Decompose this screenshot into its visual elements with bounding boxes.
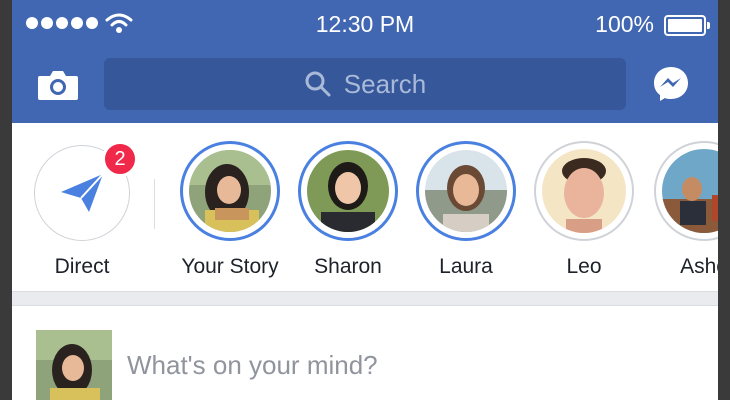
story-label: Leo — [524, 255, 644, 279]
feed-separator — [12, 291, 718, 306]
search-placeholder: Search — [344, 69, 426, 100]
battery-icon — [664, 15, 706, 36]
device-frame: 12:30 PM 100% Search — [0, 0, 730, 400]
search-icon — [304, 70, 332, 98]
avatar — [189, 150, 271, 232]
story-label: Your Story — [170, 255, 290, 279]
whats-on-your-mind-input[interactable]: What's on your mind? — [127, 350, 378, 381]
camera-icon[interactable] — [36, 68, 80, 102]
messenger-icon[interactable] — [652, 65, 690, 103]
paper-plane-icon — [59, 172, 105, 214]
avatar — [662, 149, 718, 233]
avatar — [307, 150, 389, 232]
story-ring — [654, 141, 718, 241]
notification-badge: 2 — [102, 141, 138, 177]
search-input[interactable]: Search — [104, 58, 626, 110]
phone-screen: 12:30 PM 100% Search — [12, 0, 718, 400]
story-label: Sharon — [288, 255, 408, 279]
story-ring — [180, 141, 280, 241]
story-ring — [534, 141, 634, 241]
status-bar: 12:30 PM 100% — [12, 0, 718, 48]
avatar — [542, 149, 626, 233]
story-ring — [416, 141, 516, 241]
status-composer[interactable]: What's on your mind? — [12, 306, 718, 400]
story-label-direct: Direct — [32, 255, 132, 279]
story-label: Asho — [644, 255, 718, 279]
stories-row: 2 Direct Your Story — [12, 123, 718, 291]
avatar — [36, 330, 112, 400]
story-ring — [298, 141, 398, 241]
avatar — [425, 150, 507, 232]
story-label: Laura — [406, 255, 526, 279]
battery-percent: 100% — [595, 11, 654, 38]
stories-divider — [154, 179, 155, 229]
top-header: 12:30 PM 100% Search — [12, 0, 718, 123]
